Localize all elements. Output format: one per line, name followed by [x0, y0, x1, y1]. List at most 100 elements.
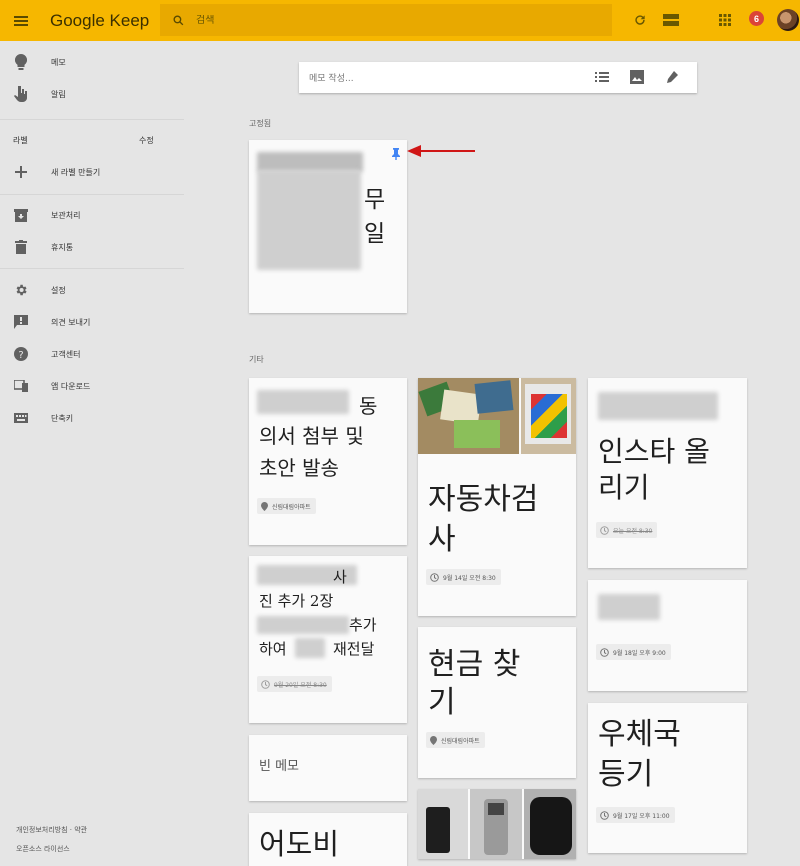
- sidebar-item-label: 알림: [51, 89, 66, 99]
- annotation-arrow-icon: [407, 145, 475, 157]
- note-card[interactable]: 9월 18일 오후 9:00: [588, 580, 747, 691]
- pinned-note-card[interactable]: 무 일: [249, 140, 407, 313]
- search-bar[interactable]: [160, 4, 612, 36]
- note-text: 추가: [349, 616, 377, 634]
- trash-icon: [13, 239, 29, 255]
- search-input[interactable]: [196, 14, 576, 26]
- note-card[interactable]: 인스타 올 리기 오늘 오전 8:30: [588, 378, 747, 568]
- reminder-chip[interactable]: 9월 17일 오후 11:00: [596, 807, 675, 823]
- new-list-icon[interactable]: [595, 70, 609, 84]
- redacted-text: [598, 594, 660, 620]
- keyboard-icon: [13, 410, 29, 426]
- refresh-icon[interactable]: [630, 10, 650, 30]
- chip-label: 9월 14일 오전 8:30: [443, 574, 496, 582]
- create-label-button[interactable]: 새 라벨 만들기: [0, 156, 184, 188]
- note-text: 어도비: [259, 827, 340, 861]
- help-icon: ?: [13, 346, 29, 362]
- note-photo-bricks: [521, 378, 576, 454]
- list-view-icon[interactable]: [661, 10, 681, 30]
- sidebar-item-reminders[interactable]: 알림: [0, 78, 184, 110]
- sidebar-item-label: 메모: [51, 57, 66, 67]
- labels-heading: 라벨: [13, 136, 28, 145]
- take-note-bar[interactable]: 메모 작성...: [299, 62, 697, 93]
- lightbulb-icon: [13, 54, 29, 70]
- sidebar-item-trash[interactable]: 휴지통: [0, 231, 184, 263]
- new-drawing-icon[interactable]: [665, 70, 679, 84]
- sidebar-item-feedback[interactable]: 의견 보내기: [0, 306, 184, 338]
- note-text: 사: [428, 522, 456, 557]
- sidebar-item-label: 새 라벨 만들기: [51, 167, 101, 177]
- note-text: 인스타 올: [598, 435, 710, 468]
- privacy-terms-link[interactable]: 개인정보처리방침 · 약관: [16, 825, 87, 835]
- note-text: 일: [364, 221, 386, 247]
- note-card[interactable]: 우체국 등기 9월 17일 오후 11:00: [588, 703, 747, 853]
- sidebar-item-label: 휴지통: [51, 242, 74, 252]
- clock-icon: [430, 572, 439, 582]
- note-text: 재전달: [333, 640, 375, 658]
- note-card[interactable]: 동 의서 첨부 및 초안 발송 신림대림아파트: [249, 378, 407, 545]
- app-logo[interactable]: Google Keep: [50, 11, 160, 31]
- note-photo-case: [524, 789, 576, 859]
- sidebar-item-settings[interactable]: 설정: [0, 274, 184, 306]
- open-source-licenses-link[interactable]: 오픈소스 라이선스: [16, 844, 70, 854]
- chip-label: 신림대림아파트: [441, 737, 480, 745]
- sidebar-divider: [0, 194, 184, 195]
- pinned-section-title: 고정됨: [249, 119, 272, 128]
- avatar[interactable]: [777, 9, 799, 31]
- sidebar-item-notes[interactable]: 메모: [0, 46, 184, 78]
- archive-icon: [13, 207, 29, 223]
- chip-label: 9월 17일 오후 11:00: [613, 812, 670, 820]
- note-text: 초안 발송: [259, 456, 339, 480]
- sidebar-item-app-download[interactable]: 앱 다운로드: [0, 370, 184, 402]
- note-photo-box: [418, 789, 468, 859]
- others-section-title: 기타: [249, 355, 264, 364]
- sidebar-item-label: 설정: [51, 285, 66, 295]
- note-text: 빈 메모: [259, 759, 300, 774]
- chip-label: 9월 18일 오후 9:00: [613, 649, 666, 657]
- note-card[interactable]: [418, 789, 576, 859]
- chip-label: 오늘 오전 8:30: [613, 527, 653, 535]
- clock-icon: [600, 525, 609, 535]
- reminder-chip[interactable]: 9월 14일 오전 8:30: [426, 569, 501, 585]
- notification-badge[interactable]: 6: [749, 11, 764, 26]
- sidebar-item-help[interactable]: ? 고객센터: [0, 338, 184, 370]
- clock-icon: [600, 810, 609, 820]
- sidebar-item-archive[interactable]: 보관처리: [0, 199, 184, 231]
- settings-icon: [13, 282, 29, 298]
- search-icon[interactable]: [160, 14, 196, 27]
- sidebar-item-label: 단축키: [51, 413, 74, 423]
- plus-icon: [13, 164, 29, 180]
- note-text: 리기: [598, 471, 650, 504]
- clock-icon: [600, 647, 609, 657]
- pin-icon[interactable]: [391, 147, 401, 165]
- redacted-text: [257, 616, 349, 634]
- note-text: 동: [359, 394, 378, 418]
- note-card[interactable]: 빈 메모: [249, 735, 407, 801]
- note-text: 자동차검: [428, 482, 539, 517]
- reminder-chip[interactable]: 오늘 오전 8:30: [596, 522, 658, 538]
- feedback-icon: [13, 314, 29, 330]
- note-text: 진 추가 2장: [259, 592, 334, 610]
- note-card[interactable]: 자동차검 사 9월 14일 오전 8:30: [418, 378, 576, 616]
- note-photo-toys: [418, 378, 519, 454]
- sidebar-item-label: 고객센터: [51, 349, 81, 359]
- redacted-text: [257, 390, 349, 414]
- svg-text:?: ?: [18, 350, 23, 361]
- reminder-chip[interactable]: 9월 18일 오후 9:00: [596, 644, 671, 660]
- note-text: 의서 첨부 및: [259, 424, 364, 448]
- note-text: 무: [364, 187, 386, 213]
- apps-grid-icon[interactable]: [715, 10, 735, 30]
- sidebar-divider: [0, 119, 184, 120]
- location-pin-icon: [430, 735, 437, 745]
- sidebar-item-label: 의견 보내기: [51, 317, 91, 327]
- note-card[interactable]: 사 진 추가 2장 추가 하여 재전달 9월 20일 오전 8:30: [249, 556, 407, 723]
- location-chip[interactable]: 신림대림아파트: [257, 498, 316, 514]
- location-chip[interactable]: 신림대림아파트: [426, 732, 485, 748]
- reminder-chip[interactable]: 9월 20일 오전 8:30: [257, 676, 332, 692]
- labels-edit-link[interactable]: 수정: [139, 135, 154, 146]
- main-menu-button[interactable]: [0, 0, 42, 41]
- note-card[interactable]: 어도비: [249, 813, 407, 866]
- sidebar-item-shortcuts[interactable]: 단축키: [0, 402, 184, 434]
- note-card[interactable]: 현금 찾 기 신림대림아파트: [418, 627, 576, 778]
- new-image-note-icon[interactable]: [630, 70, 644, 84]
